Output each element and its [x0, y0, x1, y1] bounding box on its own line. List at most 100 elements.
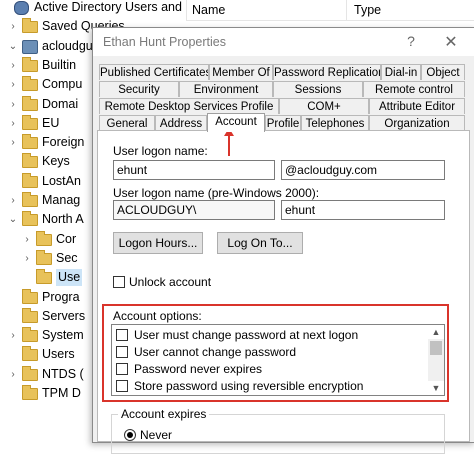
tree-item-label: Cor [56, 231, 77, 246]
tree-item-label: North A [42, 212, 84, 227]
tab-general[interactable]: General [99, 115, 155, 131]
folder-icon [36, 230, 52, 246]
expand-icon[interactable]: › [8, 57, 18, 74]
unlock-account-label[interactable]: Unlock account [129, 275, 211, 289]
domain-icon [22, 39, 38, 54]
expand-icon[interactable]: › [22, 250, 32, 267]
pre2000-domain-field: ACLOUDGUY\ [113, 200, 275, 220]
folder-icon [22, 192, 38, 207]
logon-name-label: User logon name: [113, 144, 208, 158]
tree-item-label: TPM D [42, 386, 81, 400]
collapse-icon[interactable]: ⌄ [8, 211, 18, 228]
account-options-highlight [102, 304, 449, 402]
tab-account[interactable]: Account [207, 113, 265, 132]
expand-icon[interactable] [8, 308, 18, 325]
tree-item-label: LostAn [42, 173, 81, 188]
tab-dial-in[interactable]: Dial-in [381, 64, 421, 80]
upn-suffix-value: @acloudguy.com [285, 163, 378, 177]
collapse-icon[interactable]: ⌄ [8, 38, 18, 55]
account-expires-label: Account expires [118, 407, 210, 421]
dialog-title: Ethan Hunt Properties [103, 35, 226, 49]
tab-member-of[interactable]: Member Of [209, 64, 273, 80]
expand-icon[interactable] [8, 173, 18, 190]
expand-icon[interactable]: › [8, 76, 18, 93]
tree-item[interactable]: Active Directory Users and Com [0, 0, 212, 16]
tab-organization[interactable]: Organization [369, 115, 465, 131]
tree-item-label: Servers [42, 308, 86, 323]
tree-item-label: Foreign [42, 135, 85, 150]
tab-remote-control[interactable]: Remote control [363, 81, 465, 97]
tree-item-label: Progra [42, 289, 80, 304]
folder-icon [22, 211, 38, 227]
never-radio[interactable] [124, 429, 136, 441]
folder-icon [22, 76, 38, 92]
expand-icon[interactable]: › [8, 18, 18, 35]
tab-environment[interactable]: Environment [179, 81, 273, 97]
folder-icon [22, 327, 38, 343]
tab-address[interactable]: Address [155, 115, 207, 131]
tree-item-label: Keys [42, 154, 70, 169]
ad-icon [14, 1, 29, 15]
folder-icon [22, 95, 38, 111]
log-on-to-button[interactable]: Log On To... [217, 232, 303, 254]
folder-icon [22, 307, 38, 323]
expand-icon[interactable]: › [8, 327, 18, 344]
tree-item-label: EU [42, 115, 60, 130]
expand-icon[interactable] [22, 269, 32, 286]
expand-icon[interactable]: › [8, 192, 18, 209]
tree-item-label: Compu [42, 77, 83, 92]
tab-password-replication[interactable]: Password Replication [273, 64, 381, 80]
pre2000-name-input[interactable]: ehunt [281, 200, 445, 220]
tree-item-label: Users [42, 347, 75, 362]
pre2000-label: User logon name (pre-Windows 2000): [113, 186, 320, 200]
expand-icon[interactable]: › [8, 96, 18, 113]
title-bar[interactable]: Ethan Hunt Properties ? ✕ [93, 28, 474, 56]
tab-security[interactable]: Security [99, 81, 179, 97]
expand-icon[interactable]: › [8, 134, 18, 151]
folder-icon [22, 385, 38, 400]
folder-icon [22, 365, 38, 381]
never-label[interactable]: Never [140, 428, 172, 442]
folder-icon [22, 172, 38, 188]
expand-icon[interactable] [8, 346, 18, 363]
tree-item-label: Builtin [42, 57, 77, 72]
help-icon[interactable]: ? [403, 33, 419, 49]
tree-item-label: Domai [42, 96, 79, 111]
folder-icon [36, 249, 52, 265]
tree-item-label: Use [56, 269, 83, 287]
tree-item-label: Manag [42, 193, 81, 207]
folder-icon [22, 18, 38, 34]
expand-icon[interactable] [8, 385, 18, 402]
tab-profile[interactable]: Profile [265, 115, 301, 131]
unlock-account-checkbox[interactable] [113, 276, 125, 288]
upn-suffix-select[interactable]: @acloudguy.com [281, 160, 445, 180]
tab-object[interactable]: Object [421, 64, 465, 80]
tab-remote-desktop-services-profile[interactable]: Remote Desktop Services Profile [99, 98, 279, 114]
column-type[interactable]: Type [354, 3, 381, 17]
logon-name-input[interactable]: ehunt [113, 160, 275, 180]
expand-icon[interactable]: › [8, 366, 18, 383]
tab-com[interactable]: COM+ [279, 98, 369, 114]
folder-icon [22, 346, 38, 362]
column-name[interactable]: Name [192, 3, 225, 17]
arrow-up-icon [224, 128, 234, 156]
tab-published-certificates[interactable]: Published Certificates [99, 64, 209, 80]
tab-telephones[interactable]: Telephones [301, 115, 369, 131]
tab-sessions[interactable]: Sessions [273, 81, 363, 97]
folder-icon [22, 114, 38, 130]
tree-item-label: acloudguy [42, 38, 99, 53]
tree-item-label: NTDS ( [42, 366, 84, 381]
folder-icon [22, 153, 38, 169]
expand-icon[interactable] [8, 289, 18, 306]
folder-icon [22, 56, 38, 72]
results-list-header: Name Type [186, 0, 474, 21]
expand-icon[interactable] [8, 153, 18, 170]
close-icon[interactable]: ✕ [443, 32, 459, 52]
expand-icon[interactable]: › [8, 115, 18, 132]
tab-attribute-editor[interactable]: Attribute Editor [369, 98, 465, 114]
account-expires-group: Account expires Never [111, 407, 445, 454]
tree-item-label: Sec [56, 250, 78, 265]
logon-hours-button[interactable]: Logon Hours... [113, 232, 203, 254]
folder-icon [36, 269, 52, 285]
expand-icon[interactable]: › [22, 231, 32, 248]
